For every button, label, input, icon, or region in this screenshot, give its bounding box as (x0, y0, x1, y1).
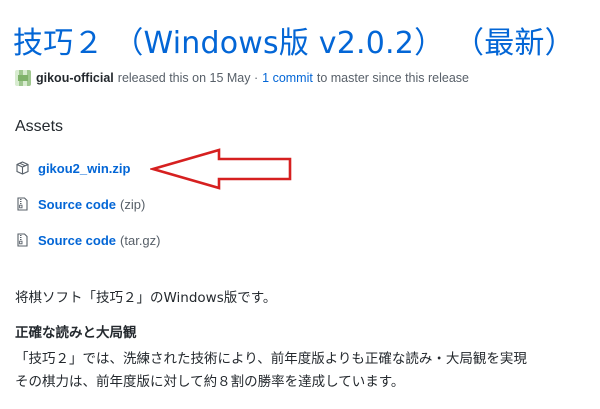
file-zip-icon (17, 233, 28, 247)
asset-item-zip[interactable]: gikou2_win.zip (16, 159, 130, 177)
description-intro: 将棋ソフト「技巧２」のWindows版です。 (15, 290, 277, 306)
asset-item-source-targz[interactable]: Source code (tar.gz) (16, 231, 161, 249)
section-heading: 正確な読みと大局観 (15, 325, 137, 341)
description-line: その棋力は、前年度版に対して約８割の勝率を達成しています。 (15, 374, 405, 390)
asset-link[interactable]: Source code (38, 233, 116, 248)
release-meta: gikou-official released this on 15 May ·… (15, 69, 469, 87)
released-text: released this on 15 May · (117, 71, 259, 85)
asset-suffix: (zip) (120, 196, 146, 212)
commit-link[interactable]: 1 commit (262, 71, 313, 85)
package-icon (16, 161, 29, 175)
assets-heading: Assets (15, 118, 64, 135)
author-link[interactable]: gikou-official (36, 71, 114, 85)
asset-suffix: (tar.gz) (120, 232, 161, 248)
asset-link[interactable]: gikou2_win.zip (38, 161, 130, 176)
asset-item-source-zip[interactable]: Source code (zip) (16, 195, 145, 213)
description-line: 「技巧２」では、洗練された技術により、前年度版よりも正確な読み・大局観を実現 (15, 351, 527, 367)
commit-suffix: to master since this release (316, 71, 469, 85)
file-zip-icon (17, 197, 28, 211)
avatar[interactable] (15, 70, 31, 86)
asset-link[interactable]: Source code (38, 197, 116, 212)
release-title[interactable]: 技巧２ （Windows版 v2.0.2） （最新） (13, 18, 575, 62)
red-arrow-annotation (150, 148, 292, 190)
